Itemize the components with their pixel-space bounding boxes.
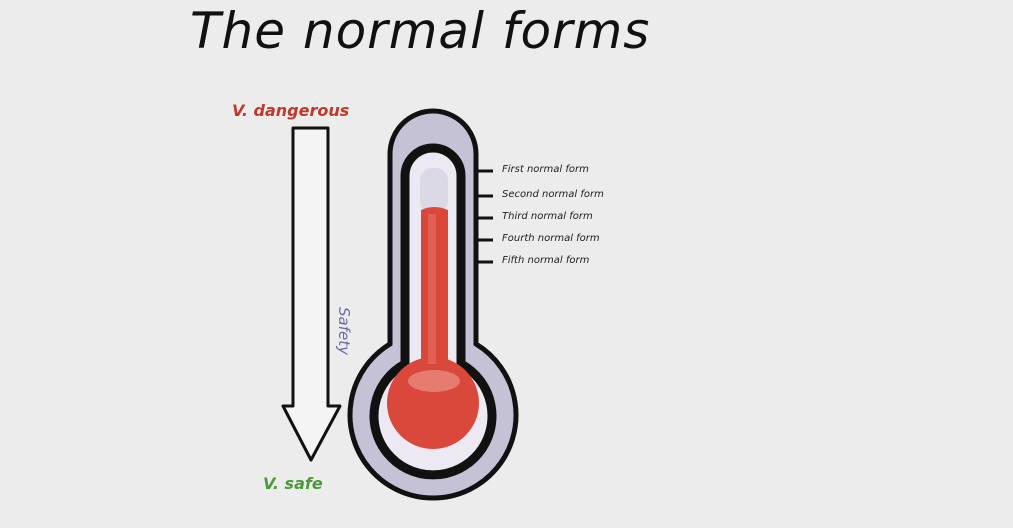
- bulb-highlight: [408, 370, 460, 392]
- thermometer: [347, 108, 519, 501]
- level-label-fifth: Fifth normal form: [502, 255, 590, 266]
- level-label-fourth: Fourth normal form: [502, 233, 600, 244]
- level-label-first: First normal form: [502, 164, 589, 175]
- level-label-third: Third normal form: [502, 211, 593, 222]
- level-label-second: Second normal form: [502, 189, 604, 200]
- safety-arrow: [281, 126, 342, 462]
- tube-highlight: [420, 168, 448, 213]
- column-highlight: [428, 214, 436, 364]
- tick-marks: [478, 169, 493, 264]
